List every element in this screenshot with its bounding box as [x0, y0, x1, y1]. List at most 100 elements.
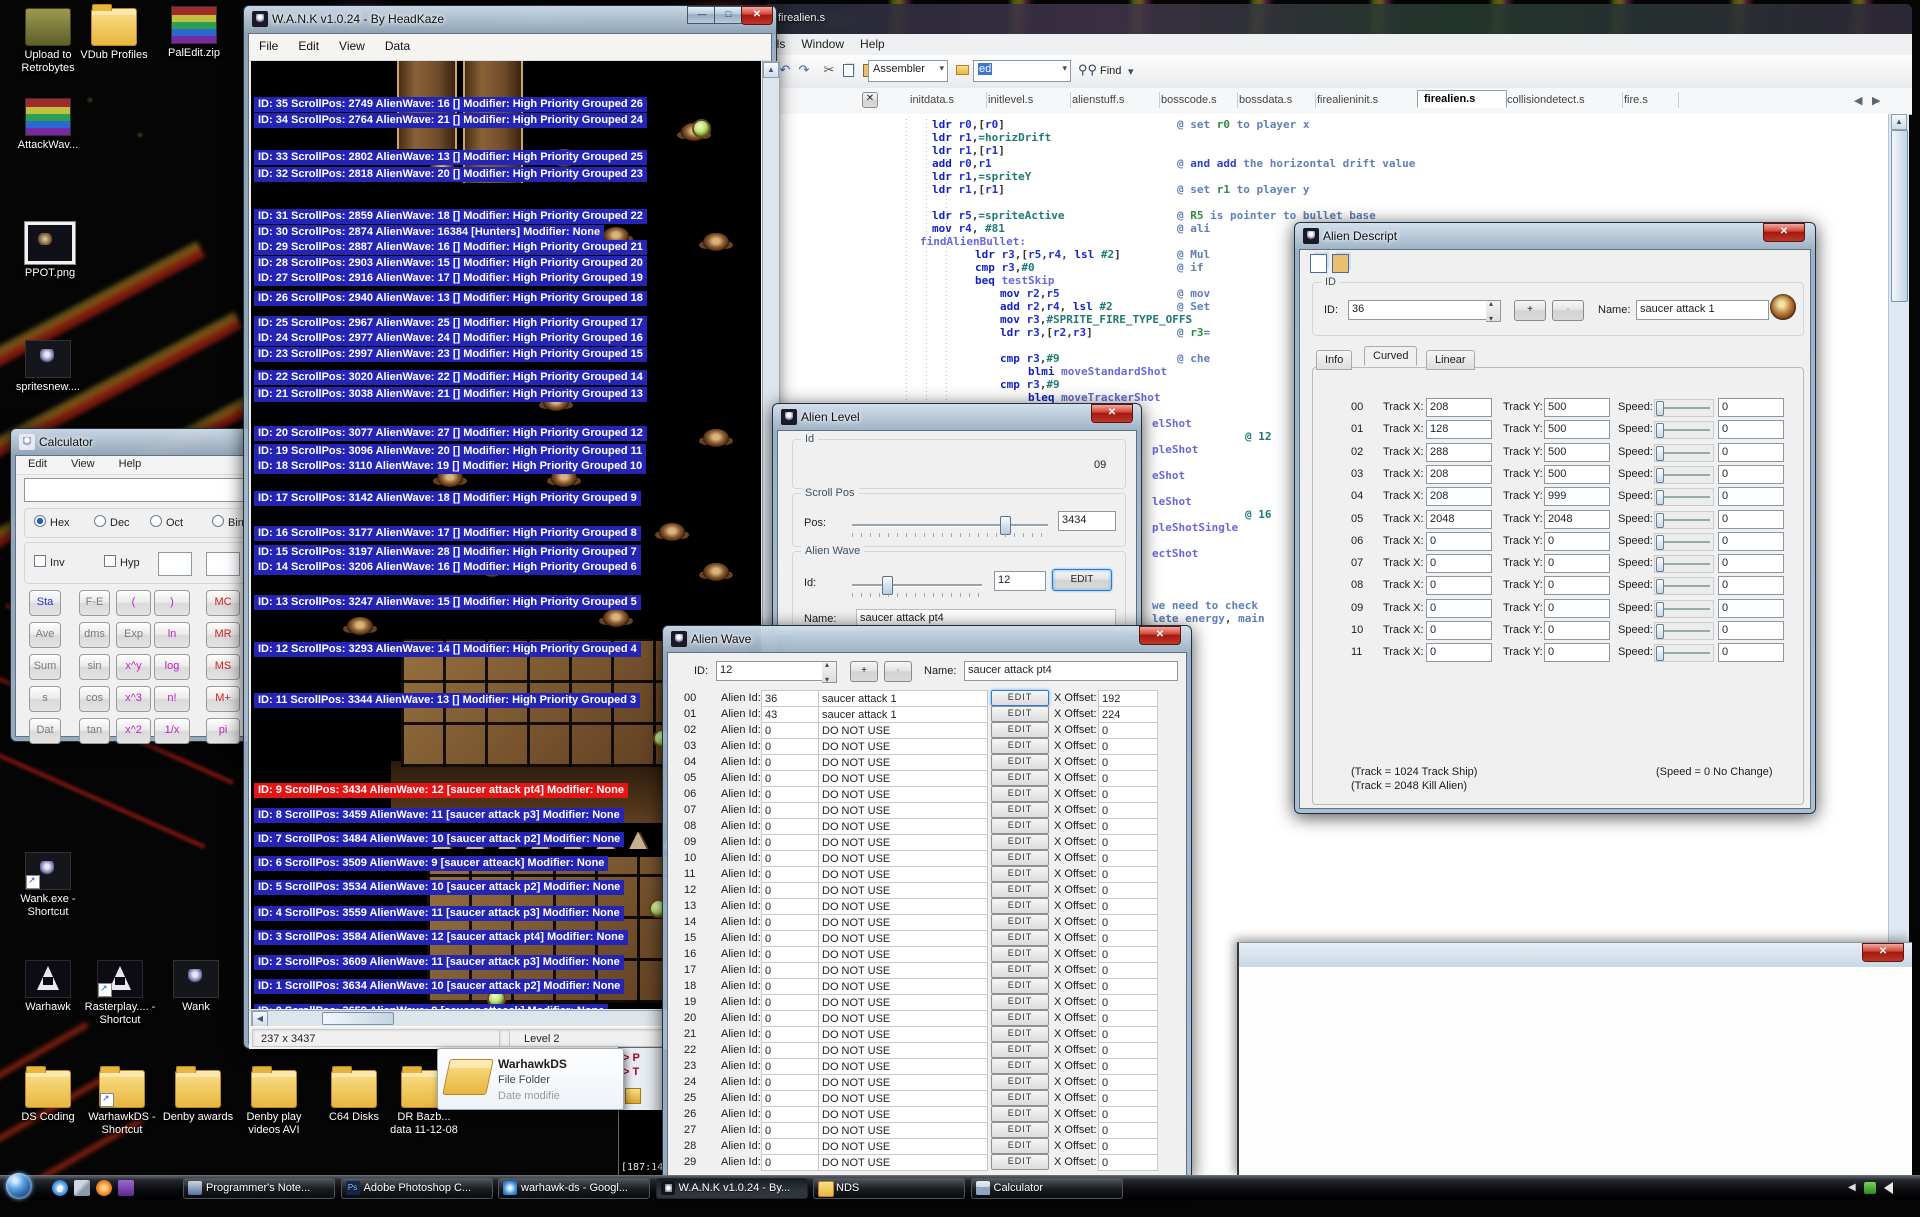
speed-slider[interactable] — [1654, 600, 1714, 618]
speed-slider-thumb[interactable] — [1656, 513, 1664, 528]
level-event-row[interactable]: ID: 22 ScrollPos: 3020 AlienWave: 22 [] … — [254, 370, 647, 385]
speed-value-field[interactable]: 0 — [1718, 420, 1784, 439]
alien-name-field[interactable]: DO NOT USE — [818, 1010, 988, 1027]
x-offset-field[interactable]: 0 — [1098, 1106, 1158, 1123]
row-edit-button[interactable]: EDIT — [991, 722, 1049, 738]
quicklaunch-showdesktop-icon[interactable] — [74, 1180, 90, 1196]
desktop-icon-ds-coding[interactable]: DS Coding — [12, 1070, 84, 1124]
editor-titlebar[interactable] — [762, 4, 1912, 34]
level-event-row[interactable]: ID: 30 ScrollPos: 2874 AlienWave: 16384 … — [254, 225, 604, 240]
x-offset-field[interactable]: 0 — [1098, 722, 1158, 739]
track-y-field[interactable]: 0 — [1544, 599, 1610, 618]
alien-name-field[interactable]: DO NOT USE — [818, 930, 988, 947]
level-event-row[interactable]: ID: 0 ScrollPos: 3659 AlienWave: 9 [sauc… — [254, 1004, 608, 1009]
level-event-row[interactable]: ID: 35 ScrollPos: 2749 AlienWave: 16 [] … — [254, 97, 647, 112]
row-edit-button[interactable]: EDIT — [991, 882, 1049, 898]
copy-icon[interactable] — [840, 61, 858, 79]
alien-name-field[interactable]: DO NOT USE — [818, 1090, 988, 1107]
alien-id-field[interactable]: 0 — [761, 914, 821, 931]
copy-icon[interactable] — [1310, 254, 1327, 273]
find-button[interactable]: Find — [1100, 65, 1121, 77]
wave-id-field[interactable]: 12 — [994, 571, 1046, 591]
track-x-field[interactable]: 0 — [1426, 643, 1492, 662]
level-event-row[interactable]: ID: 21 ScrollPos: 3038 AlienWave: 21 [] … — [254, 387, 647, 402]
speed-slider[interactable] — [1654, 533, 1714, 551]
calc-button-mr[interactable]: MR — [206, 622, 240, 648]
track-y-field[interactable]: 500 — [1544, 398, 1610, 417]
track-y-field[interactable]: 0 — [1544, 532, 1610, 551]
row-edit-button[interactable]: EDIT — [991, 706, 1049, 722]
desktop-icon-c64-disks[interactable]: C64 Disks — [318, 1070, 390, 1124]
calc-menu-view[interactable]: View — [59, 456, 107, 472]
calc-button-sta[interactable]: Sta — [29, 590, 61, 616]
level-event-row[interactable]: ID: 1 ScrollPos: 3634 AlienWave: 10 [sau… — [254, 979, 624, 994]
row-edit-button[interactable]: EDIT — [991, 802, 1049, 818]
binoculars-icon[interactable]: ⚲⚲ — [1078, 61, 1096, 79]
row-edit-button[interactable]: EDIT — [991, 1090, 1049, 1106]
x-offset-field[interactable]: 0 — [1098, 1026, 1158, 1043]
track-y-field[interactable]: 2048 — [1544, 510, 1610, 529]
level-event-row[interactable]: ID: 15 ScrollPos: 3197 AlienWave: 28 [] … — [254, 545, 641, 560]
x-offset-field[interactable]: 0 — [1098, 786, 1158, 803]
track-y-field[interactable]: 999 — [1544, 487, 1610, 506]
speed-value-field[interactable]: 0 — [1718, 554, 1784, 573]
calc-button-ave[interactable]: Ave — [29, 622, 61, 648]
speed-slider-thumb[interactable] — [1656, 602, 1664, 617]
track-x-field[interactable]: 0 — [1426, 532, 1492, 551]
track-y-field[interactable]: 0 — [1544, 554, 1610, 573]
x-offset-field[interactable]: 0 — [1098, 850, 1158, 867]
x-offset-field[interactable]: 0 — [1098, 1154, 1158, 1171]
row-edit-button[interactable]: EDIT — [991, 1154, 1049, 1170]
row-edit-button[interactable]: EDIT — [991, 770, 1049, 786]
alien-wave-close-button[interactable]: ✕ — [1139, 626, 1181, 645]
subwindow-close-button[interactable]: ✕ — [1862, 943, 1904, 962]
speed-slider-thumb[interactable] — [1656, 624, 1664, 639]
alien-id-field[interactable]: 0 — [761, 1138, 821, 1155]
level-event-row[interactable]: ID: 32 ScrollPos: 2818 AlienWave: 20 [] … — [254, 167, 647, 182]
speed-slider-thumb[interactable] — [1656, 401, 1664, 416]
speed-value-field[interactable]: 0 — [1718, 621, 1784, 640]
level-event-row[interactable]: ID: 27 ScrollPos: 2916 AlienWave: 17 [] … — [254, 271, 647, 286]
descript-id-spinner[interactable] — [1486, 300, 1501, 322]
speed-slider-thumb[interactable] — [1656, 423, 1664, 438]
speed-slider-thumb[interactable] — [1656, 468, 1664, 483]
tab-initdata-s[interactable]: initdata.s — [904, 92, 987, 108]
alien-name-field[interactable]: DO NOT USE — [818, 898, 988, 915]
x-offset-field[interactable]: 0 — [1098, 1058, 1158, 1075]
alien-id-field[interactable]: 0 — [761, 930, 821, 947]
x-offset-field[interactable]: 0 — [1098, 1138, 1158, 1155]
cut-icon[interactable]: ✂ — [820, 61, 838, 79]
speed-slider[interactable] — [1654, 511, 1714, 529]
find-input[interactable]: ed — [973, 60, 1071, 82]
desktop-icon-rasterplay-shortcut[interactable]: Rasterplay.... - Shortcut — [84, 960, 156, 1027]
speed-slider-thumb[interactable] — [1656, 646, 1664, 661]
tab-bosscode-s[interactable]: bosscode.s — [1155, 92, 1238, 108]
desktop-icon-paledit-zip[interactable]: PalEdit.zip — [158, 6, 230, 60]
x-offset-field[interactable]: 0 — [1098, 978, 1158, 995]
x-offset-field[interactable]: 0 — [1098, 962, 1158, 979]
row-edit-button[interactable]: EDIT — [991, 978, 1049, 994]
level-event-row[interactable]: ID: 14 ScrollPos: 3206 AlienWave: 16 [] … — [254, 560, 641, 575]
row-edit-button[interactable]: EDIT — [991, 866, 1049, 882]
desktop-icon-attackwav[interactable]: AttackWav... — [12, 98, 84, 152]
level-event-row[interactable]: ID: 7 ScrollPos: 3484 AlienWave: 10 [sau… — [254, 832, 624, 847]
desktop-icon-denby-play-videos-avi[interactable]: Denby play videos AVI — [238, 1070, 310, 1137]
calc-button-ln[interactable]: ln — [154, 622, 190, 648]
wave-minus-button[interactable]: - — [884, 661, 912, 682]
alien-id-field[interactable]: 0 — [761, 898, 821, 915]
row-edit-button[interactable]: EDIT — [991, 1058, 1049, 1074]
row-edit-button[interactable]: EDIT — [991, 738, 1049, 754]
tab-firealieninit-s[interactable]: firealieninit.s — [1311, 92, 1422, 108]
track-x-field[interactable]: 2048 — [1426, 510, 1492, 529]
track-x-field[interactable]: 208 — [1426, 465, 1492, 484]
x-offset-field[interactable]: 0 — [1098, 1010, 1158, 1027]
calc-button-sum[interactable]: Sum — [29, 654, 61, 680]
level-event-row[interactable]: ID: 16 ScrollPos: 3177 AlienWave: 17 [] … — [254, 526, 641, 541]
calc-menu-edit[interactable]: Edit — [16, 456, 59, 472]
find-folder-icon[interactable] — [954, 61, 972, 79]
alien-name-field[interactable]: DO NOT USE — [818, 818, 988, 835]
alien-name-field[interactable]: DO NOT USE — [818, 1122, 988, 1139]
x-offset-field[interactable]: 0 — [1098, 818, 1158, 835]
alien-id-field[interactable]: 0 — [761, 1026, 821, 1043]
x-offset-field[interactable]: 0 — [1098, 882, 1158, 899]
